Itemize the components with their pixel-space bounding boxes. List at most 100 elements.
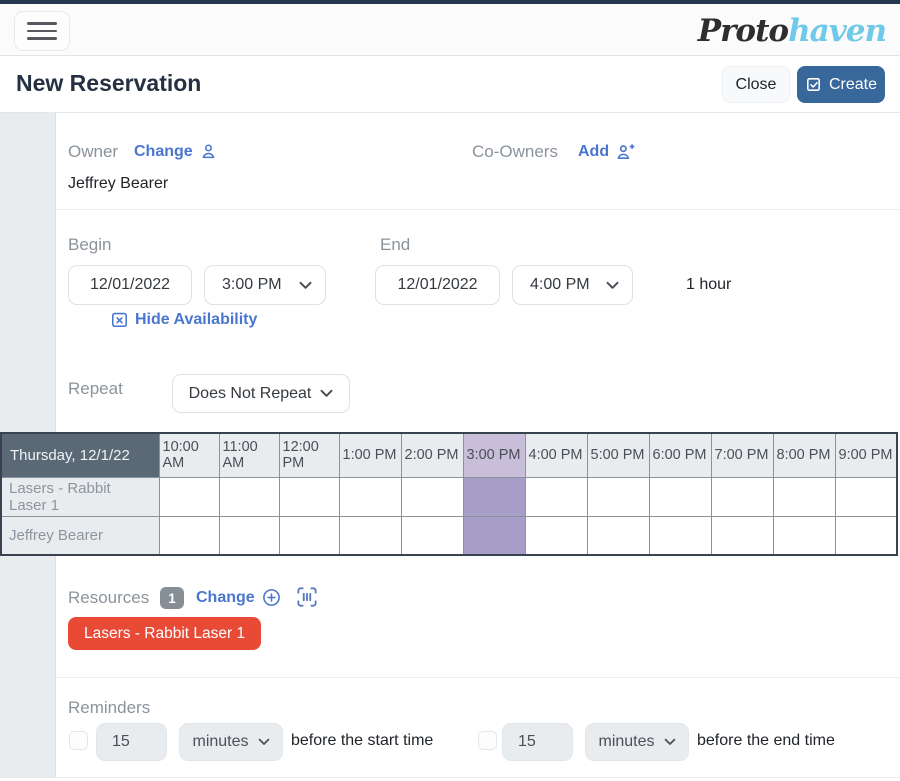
time-column-header: 5:00 PM bbox=[587, 433, 649, 477]
add-co-owner-link[interactable]: Add bbox=[578, 142, 635, 162]
time-column-header: 2:00 PM bbox=[401, 433, 463, 477]
reminders-label: Reminders bbox=[68, 698, 150, 718]
duration-text: 1 hour bbox=[686, 276, 731, 294]
end-reminder-value: 15 bbox=[518, 733, 536, 751]
availability-cell[interactable] bbox=[649, 516, 711, 555]
availability-cell[interactable] bbox=[219, 516, 279, 555]
bottom-divider bbox=[0, 777, 900, 778]
create-button-label: Create bbox=[829, 76, 877, 94]
time-column-header: 10:00 AM bbox=[159, 433, 219, 477]
co-owners-label: Co-Owners bbox=[472, 142, 558, 162]
menu-button[interactable] bbox=[14, 11, 70, 51]
start-reminder-value: 15 bbox=[112, 733, 130, 751]
start-reminder-value-input[interactable]: 15 bbox=[96, 723, 167, 761]
end-time-select[interactable]: 4:00 PM bbox=[512, 265, 633, 305]
availability-table: Thursday, 12/1/22 10:00 AM 11:00 AM 12:0… bbox=[0, 432, 898, 556]
time-column-header: 6:00 PM bbox=[649, 433, 711, 477]
availability-cell[interactable] bbox=[773, 477, 835, 516]
begin-time-select[interactable]: 3:00 PM bbox=[204, 265, 326, 305]
logo-proto-text: Proto bbox=[698, 13, 788, 49]
resources-label: Resources bbox=[68, 588, 149, 608]
availability-cell[interactable] bbox=[649, 477, 711, 516]
begin-time-value: 3:00 PM bbox=[222, 276, 282, 294]
begin-date-value: 12/01/2022 bbox=[90, 276, 170, 294]
start-reminder-suffix: before the start time bbox=[291, 732, 433, 750]
page-title: New Reservation bbox=[16, 70, 201, 97]
checkbox-check-icon bbox=[805, 76, 822, 93]
start-reminder-unit-select[interactable]: minutes bbox=[179, 723, 283, 761]
barcode-scan-icon bbox=[294, 584, 320, 610]
begin-date-input[interactable]: 12/01/2022 bbox=[68, 265, 192, 305]
change-owner-label: Change bbox=[134, 143, 193, 161]
availability-date-header: Thursday, 12/1/22 bbox=[1, 433, 159, 477]
availability-row-resource: Lasers - Rabbit Laser 1 bbox=[1, 477, 897, 516]
time-column-header: 11:00 AM bbox=[219, 433, 279, 477]
end-label: End bbox=[380, 235, 410, 255]
availability-row-label: Lasers - Rabbit Laser 1 bbox=[1, 477, 159, 516]
availability-cell[interactable] bbox=[773, 516, 835, 555]
repeat-label: Repeat bbox=[68, 379, 123, 399]
person-plus-icon bbox=[615, 142, 635, 162]
section-divider bbox=[56, 209, 900, 210]
availability-cell[interactable] bbox=[339, 516, 401, 555]
availability-cell[interactable] bbox=[835, 477, 897, 516]
availability-cell[interactable] bbox=[339, 477, 401, 516]
availability-cell[interactable] bbox=[711, 477, 773, 516]
begin-label: Begin bbox=[68, 235, 111, 255]
resource-chip-label: Lasers - Rabbit Laser 1 bbox=[84, 625, 245, 643]
hamburger-icon bbox=[27, 22, 57, 25]
availability-cell[interactable] bbox=[401, 477, 463, 516]
start-reminder-checkbox[interactable] bbox=[69, 731, 88, 750]
logo-haven-text: haven bbox=[788, 13, 886, 49]
change-resources-link[interactable]: Change bbox=[196, 587, 282, 608]
availability-cell[interactable] bbox=[835, 516, 897, 555]
close-button[interactable]: Close bbox=[722, 66, 790, 103]
protohaven-logo: Protohaven bbox=[698, 8, 886, 54]
availability-row-owner: Jeffrey Bearer bbox=[1, 516, 897, 555]
end-date-input[interactable]: 12/01/2022 bbox=[375, 265, 500, 305]
create-button[interactable]: Create bbox=[797, 66, 885, 103]
availability-cell[interactable] bbox=[525, 477, 587, 516]
new-reservation-page: Protohaven New Reservation Close Create … bbox=[0, 0, 900, 781]
end-reminder-unit-select[interactable]: minutes bbox=[585, 723, 689, 761]
hide-availability-label: Hide Availability bbox=[135, 311, 257, 329]
change-resources-label: Change bbox=[196, 589, 255, 607]
time-column-header: 7:00 PM bbox=[711, 433, 773, 477]
hide-availability-link[interactable]: Hide Availability bbox=[110, 310, 257, 329]
time-column-header: 12:00 PM bbox=[279, 433, 339, 477]
availability-cell-selected[interactable] bbox=[463, 477, 525, 516]
repeat-value: Does Not Repeat bbox=[189, 385, 312, 403]
availability-cell[interactable] bbox=[279, 516, 339, 555]
owner-name: Jeffrey Bearer bbox=[68, 175, 168, 193]
time-column-header: 8:00 PM bbox=[773, 433, 835, 477]
resource-chip[interactable]: Lasers - Rabbit Laser 1 bbox=[68, 617, 261, 650]
chevron-down-icon bbox=[664, 738, 676, 746]
scan-resource-button[interactable] bbox=[294, 584, 320, 613]
availability-cell[interactable] bbox=[159, 516, 219, 555]
person-small-icon bbox=[199, 142, 218, 161]
owner-label: Owner bbox=[68, 142, 118, 162]
availability-cell[interactable] bbox=[711, 516, 773, 555]
end-time-value: 4:00 PM bbox=[530, 276, 590, 294]
time-column-header: 4:00 PM bbox=[525, 433, 587, 477]
availability-cell[interactable] bbox=[219, 477, 279, 516]
availability-cell-selected[interactable] bbox=[463, 516, 525, 555]
availability-cell[interactable] bbox=[587, 477, 649, 516]
add-co-owner-label: Add bbox=[578, 143, 609, 161]
availability-cell[interactable] bbox=[401, 516, 463, 555]
change-owner-link[interactable]: Change bbox=[134, 142, 218, 161]
availability-cell[interactable] bbox=[159, 477, 219, 516]
availability-header-row: Thursday, 12/1/22 10:00 AM 11:00 AM 12:0… bbox=[1, 433, 897, 477]
availability-cell[interactable] bbox=[279, 477, 339, 516]
chevron-down-icon bbox=[299, 281, 312, 290]
availability-cell[interactable] bbox=[525, 516, 587, 555]
navbar: Protohaven bbox=[0, 4, 900, 56]
repeat-select[interactable]: Does Not Repeat bbox=[172, 374, 350, 413]
end-reminder-checkbox[interactable] bbox=[478, 731, 497, 750]
end-reminder-value-input[interactable]: 15 bbox=[502, 723, 573, 761]
availability-cell[interactable] bbox=[587, 516, 649, 555]
section-divider bbox=[56, 677, 900, 678]
start-reminder-unit: minutes bbox=[192, 733, 248, 751]
time-column-header: 9:00 PM bbox=[835, 433, 897, 477]
end-reminder-suffix: before the end time bbox=[697, 732, 835, 750]
